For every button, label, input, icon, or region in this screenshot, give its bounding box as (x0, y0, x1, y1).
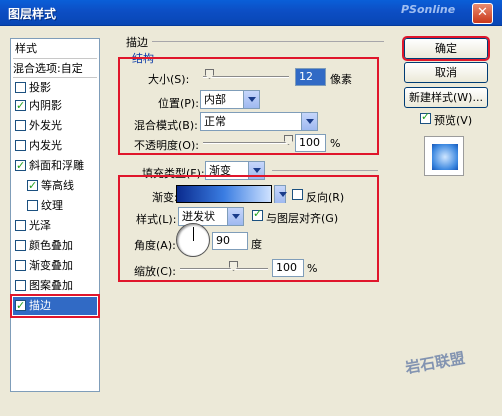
preview-label: 预览(V) (434, 114, 473, 127)
style-value: 迸发状 (182, 210, 215, 223)
opacity-input[interactable]: 100 (295, 134, 326, 152)
opacity-unit: % (330, 137, 341, 150)
sidebar-item[interactable]: 渐变叠加 (13, 257, 97, 275)
sidebar-item[interactable]: 纹理 (13, 197, 97, 215)
size-input[interactable]: 12 (295, 68, 326, 86)
sidebar-item-label: 图案叠加 (29, 279, 73, 292)
sidebar-item-label: 斜面和浮雕 (29, 159, 84, 172)
angle-dial[interactable] (176, 223, 210, 257)
cancel-button[interactable]: 取消 (404, 62, 488, 83)
position-label: 位置(P): (158, 97, 199, 110)
sidebar-item-label: 外发光 (29, 119, 62, 132)
sidebar-checkbox[interactable] (27, 200, 38, 211)
sidebar-item-label: 等高线 (41, 179, 74, 192)
gradient-swatch[interactable] (176, 185, 272, 203)
close-button[interactable]: ✕ (472, 3, 493, 24)
sidebar-item-label: 颜色叠加 (29, 239, 73, 252)
scale-input[interactable]: 100 (272, 259, 304, 277)
sidebar-item-label: 内阴影 (29, 99, 62, 112)
sidebar-item[interactable]: 投影 (13, 79, 97, 97)
watermark-logo: 岩石联盟 (403, 348, 467, 378)
sidebar-checkbox[interactable] (15, 220, 26, 231)
preview-swatch (432, 144, 458, 170)
opacity-slider-track[interactable] (203, 142, 289, 144)
sidebar-item-label: 光泽 (29, 219, 51, 232)
sidebar-item[interactable]: 颜色叠加 (13, 237, 97, 255)
sidebar-item[interactable]: 等高线 (13, 177, 97, 195)
angle-unit: 度 (251, 238, 262, 251)
reverse-checkbox[interactable] (292, 189, 303, 200)
sidebar-item-label: 渐变叠加 (29, 259, 73, 272)
divider (152, 41, 384, 42)
chevron-down-icon (301, 113, 317, 130)
size-slider-track[interactable] (203, 76, 289, 78)
sidebar-checkbox[interactable] (15, 260, 26, 271)
style-label: 样式(L): (136, 213, 177, 226)
sidebar-checkbox[interactable] (15, 82, 26, 93)
scale-label: 缩放(C): (134, 265, 176, 278)
sidebar-checkbox[interactable] (15, 240, 26, 251)
chevron-down-icon (227, 208, 243, 225)
preview-checkbox[interactable] (420, 110, 431, 124)
chevron-down-icon (275, 186, 287, 203)
size-unit: 像素 (330, 73, 352, 86)
window-title: 图层样式 (8, 7, 57, 21)
sidebar-checkbox[interactable] (15, 120, 26, 131)
watermark-text: PSonline (401, 3, 456, 16)
align-checkbox[interactable] (252, 207, 263, 221)
blend-mode-select[interactable]: 正常 (200, 112, 318, 131)
sidebar-item-label: 纹理 (41, 199, 63, 212)
sidebar-item[interactable]: 内发光 (13, 137, 97, 155)
divider (272, 170, 378, 171)
gradient-label: 渐变: (152, 191, 178, 204)
opacity-label: 不透明度(O): (134, 139, 199, 152)
blend-mode-label: 混合模式(B): (134, 119, 198, 132)
sidebar-header: 样式 (13, 39, 97, 59)
position-value: 内部 (204, 93, 226, 106)
size-label: 大小(S): (148, 73, 190, 86)
sidebar-item-label: 投影 (29, 81, 51, 94)
sidebar-item[interactable]: 图案叠加 (13, 277, 97, 295)
align-label: 与图层对齐(G) (266, 212, 339, 225)
reverse-label: 反向(R) (306, 191, 345, 204)
new-style-button[interactable]: 新建样式(W)... (404, 87, 488, 108)
sidebar-checkbox[interactable] (15, 97, 26, 115)
sidebar-item[interactable]: 斜面和浮雕 (13, 157, 97, 175)
gradient-dropdown[interactable] (274, 185, 287, 203)
ok-button[interactable]: 确定 (402, 36, 490, 61)
blend-mode-value: 正常 (204, 115, 226, 128)
sidebar-item-blend-options[interactable]: 混合选项:自定 (13, 60, 97, 78)
sidebar-item-label: 内发光 (29, 139, 62, 152)
close-icon: ✕ (477, 5, 488, 20)
sidebar-item-label: 描边 (29, 299, 51, 312)
sidebar-checkbox[interactable] (15, 140, 26, 151)
sidebar-item[interactable]: 外发光 (13, 117, 97, 135)
sidebar-item[interactable]: 内阴影 (13, 97, 97, 115)
sidebar-checkbox[interactable] (27, 177, 38, 195)
angle-input[interactable]: 90 (212, 232, 248, 250)
stroke-section-title: 描边 (126, 36, 148, 49)
scale-slider-track[interactable] (180, 268, 268, 270)
sidebar-item[interactable]: 光泽 (13, 217, 97, 235)
scale-unit: % (307, 262, 318, 275)
angle-label: 角度(A): (134, 239, 176, 252)
style-preview (424, 136, 464, 176)
title-bar: 图层样式 PSonline ✕ (0, 0, 502, 26)
position-select[interactable]: 内部 (200, 90, 260, 109)
styles-sidebar: 样式 混合选项:自定 投影内阴影外发光内发光斜面和浮雕等高线纹理光泽颜色叠加渐变… (10, 38, 100, 392)
sidebar-item[interactable]: 描边 (10, 294, 100, 318)
sidebar-checkbox[interactable] (15, 280, 26, 291)
chevron-down-icon (243, 91, 259, 108)
sidebar-checkbox[interactable] (15, 157, 26, 175)
sidebar-checkbox[interactable] (15, 297, 26, 315)
